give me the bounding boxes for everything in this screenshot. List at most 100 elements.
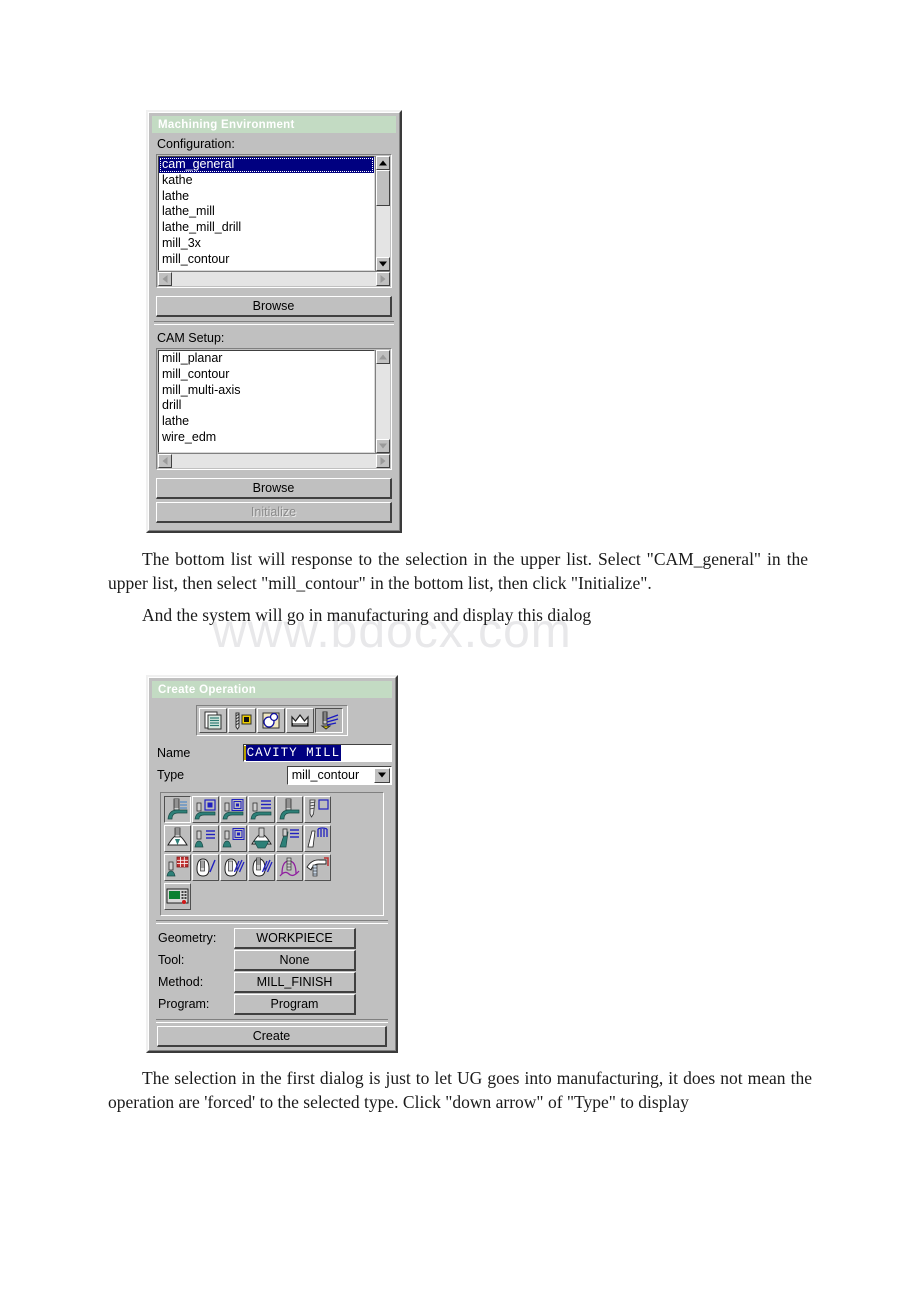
tool-row: Tool: None xyxy=(152,949,392,971)
scrollbar-track[interactable] xyxy=(172,272,376,286)
scrollbar-track[interactable] xyxy=(376,206,390,257)
browse-configuration-button[interactable]: Browse xyxy=(156,296,392,317)
contour-area-nonsteep-icon[interactable] xyxy=(304,796,331,823)
paragraph-1: The bottom list will response to the sel… xyxy=(108,547,808,595)
list-item[interactable]: lathe_mill_drill xyxy=(159,220,374,236)
configuration-label: Configuration: xyxy=(157,137,235,151)
machining-environment-dialog: Machining Environment Configuration: cam… xyxy=(146,110,402,533)
initialize-button[interactable]: Initialize xyxy=(156,502,392,523)
cavity-mill-icon[interactable] xyxy=(164,796,191,823)
contour-surface-area-icon[interactable] xyxy=(220,825,247,852)
contour-profile-icon[interactable] xyxy=(276,825,303,852)
cam-setup-list[interactable]: mill_planar mill_contour mill_multi-axis… xyxy=(158,350,375,453)
list-item[interactable]: lathe xyxy=(159,189,374,205)
list-item[interactable]: mill_planar xyxy=(159,351,374,367)
cam-setup-label: CAM Setup: xyxy=(157,331,225,345)
scroll-right-icon[interactable] xyxy=(376,272,390,286)
profile-3d-icon[interactable] xyxy=(164,854,191,881)
tool-label: Tool: xyxy=(158,953,185,967)
tool-icon[interactable] xyxy=(228,708,256,733)
list-item[interactable]: drill xyxy=(159,398,374,414)
list-item[interactable]: mill_contour xyxy=(159,367,374,383)
flowcut-smooth-icon[interactable] xyxy=(248,854,275,881)
configuration-horizontal-scrollbar[interactable] xyxy=(158,271,390,286)
scrollbar-track[interactable] xyxy=(376,364,390,439)
list-item[interactable]: wire_edm xyxy=(159,430,374,446)
paragraph-3-text: The selection in the first dialog is jus… xyxy=(108,1068,812,1112)
create-operation-titlebar: Create Operation xyxy=(152,681,392,698)
type-row: Type mill_contour xyxy=(152,764,392,786)
divider xyxy=(154,321,394,325)
name-value[interactable]: CAVITY MILL xyxy=(245,745,342,761)
operation-icon[interactable] xyxy=(315,708,343,733)
list-item[interactable]: kathe xyxy=(159,173,374,189)
create-operation-dialog: Create Operation Name CAVITY MILL Type m… xyxy=(146,675,398,1053)
sequential-mill-icon[interactable] xyxy=(304,854,331,881)
name-label: Name xyxy=(157,746,191,760)
tool-button[interactable]: None xyxy=(234,949,356,971)
method-button[interactable]: MILL_FINISH xyxy=(234,971,356,993)
operation-type-panel xyxy=(160,792,384,916)
zlevel-profile-icon[interactable] xyxy=(192,796,219,823)
method-label: Method: xyxy=(158,975,204,989)
plunge-mill-icon[interactable] xyxy=(276,796,303,823)
method-row: Method: MILL_FINISH xyxy=(152,971,392,993)
create-button[interactable]: Create xyxy=(157,1026,387,1047)
type-value: mill_contour xyxy=(291,768,360,782)
configuration-vertical-scrollbar[interactable] xyxy=(375,156,390,271)
list-item[interactable]: mill_contour xyxy=(159,252,374,268)
scroll-down-icon[interactable] xyxy=(376,439,390,453)
program-icon[interactable] xyxy=(199,708,227,733)
zlevel-corner-icon[interactable] xyxy=(220,796,247,823)
scroll-right-icon[interactable] xyxy=(376,454,390,468)
divider xyxy=(156,1019,388,1023)
contour-area-icon[interactable] xyxy=(192,825,219,852)
configuration-list[interactable]: cam_general kathe lathe lathe_mill lathe… xyxy=(158,156,375,271)
divider xyxy=(156,920,388,924)
configuration-listbox[interactable]: cam_general kathe lathe lathe_mill lathe… xyxy=(156,154,392,288)
list-item[interactable]: lathe_mill xyxy=(159,204,374,220)
cam-setup-vertical-scrollbar[interactable] xyxy=(375,350,390,453)
name-input[interactable]: CAVITY MILL xyxy=(242,744,392,762)
chevron-down-icon[interactable] xyxy=(374,767,390,783)
cam-setup-horizontal-scrollbar[interactable] xyxy=(158,453,390,468)
create-operation-toolbar xyxy=(196,705,348,736)
program-label: Program: xyxy=(158,997,210,1011)
type-select[interactable]: mill_contour xyxy=(286,765,392,785)
paragraph-3: The selection in the first dialog is jus… xyxy=(108,1066,812,1114)
machining-environment-titlebar: Machining Environment xyxy=(152,116,396,133)
flowcut-ref-tool-icon[interactable] xyxy=(192,854,219,881)
program-row: Program: Program xyxy=(152,993,392,1015)
geometry-row: Geometry: WORKPIECE xyxy=(152,927,392,949)
browse-cam-setup-button[interactable]: Browse xyxy=(156,478,392,499)
zlevel-follow-core-icon[interactable] xyxy=(248,796,275,823)
flowcut-single-icon[interactable] xyxy=(248,825,275,852)
contour-text-icon[interactable] xyxy=(304,825,331,852)
scroll-up-icon[interactable] xyxy=(376,350,390,364)
list-item[interactable]: mill_3x xyxy=(159,236,374,252)
geometry-label: Geometry: xyxy=(158,931,217,945)
geometry-button[interactable]: WORKPIECE xyxy=(234,927,356,949)
program-button[interactable]: Program xyxy=(234,993,356,1015)
scroll-down-icon[interactable] xyxy=(376,257,390,271)
type-label: Type xyxy=(157,768,185,782)
scrollbar-thumb[interactable] xyxy=(376,170,390,206)
fixed-contour-icon[interactable] xyxy=(164,825,191,852)
method-icon[interactable] xyxy=(286,708,314,733)
list-item[interactable]: cam_general xyxy=(159,157,374,173)
variable-contour-icon[interactable] xyxy=(276,854,303,881)
scroll-left-icon[interactable] xyxy=(158,272,172,286)
list-item[interactable]: lathe xyxy=(159,414,374,430)
operation-icon-grid xyxy=(164,796,338,912)
cam-setup-listbox[interactable]: mill_planar mill_contour mill_multi-axis… xyxy=(156,348,392,470)
list-item[interactable]: mill_multi-axis xyxy=(159,383,374,399)
scroll-up-icon[interactable] xyxy=(376,156,390,170)
scroll-left-icon[interactable] xyxy=(158,454,172,468)
paragraph-2-text: And the system will go in manufacturing … xyxy=(142,605,592,625)
paragraph-2: And the system will go in manufacturing … xyxy=(108,603,808,627)
flowcut-multiple-icon[interactable] xyxy=(220,854,247,881)
geometry-icon[interactable] xyxy=(257,708,285,733)
scrollbar-track[interactable] xyxy=(172,454,376,468)
mill-user-defined-icon[interactable] xyxy=(164,883,191,910)
paragraph-1-text: The bottom list will response to the sel… xyxy=(108,549,808,593)
